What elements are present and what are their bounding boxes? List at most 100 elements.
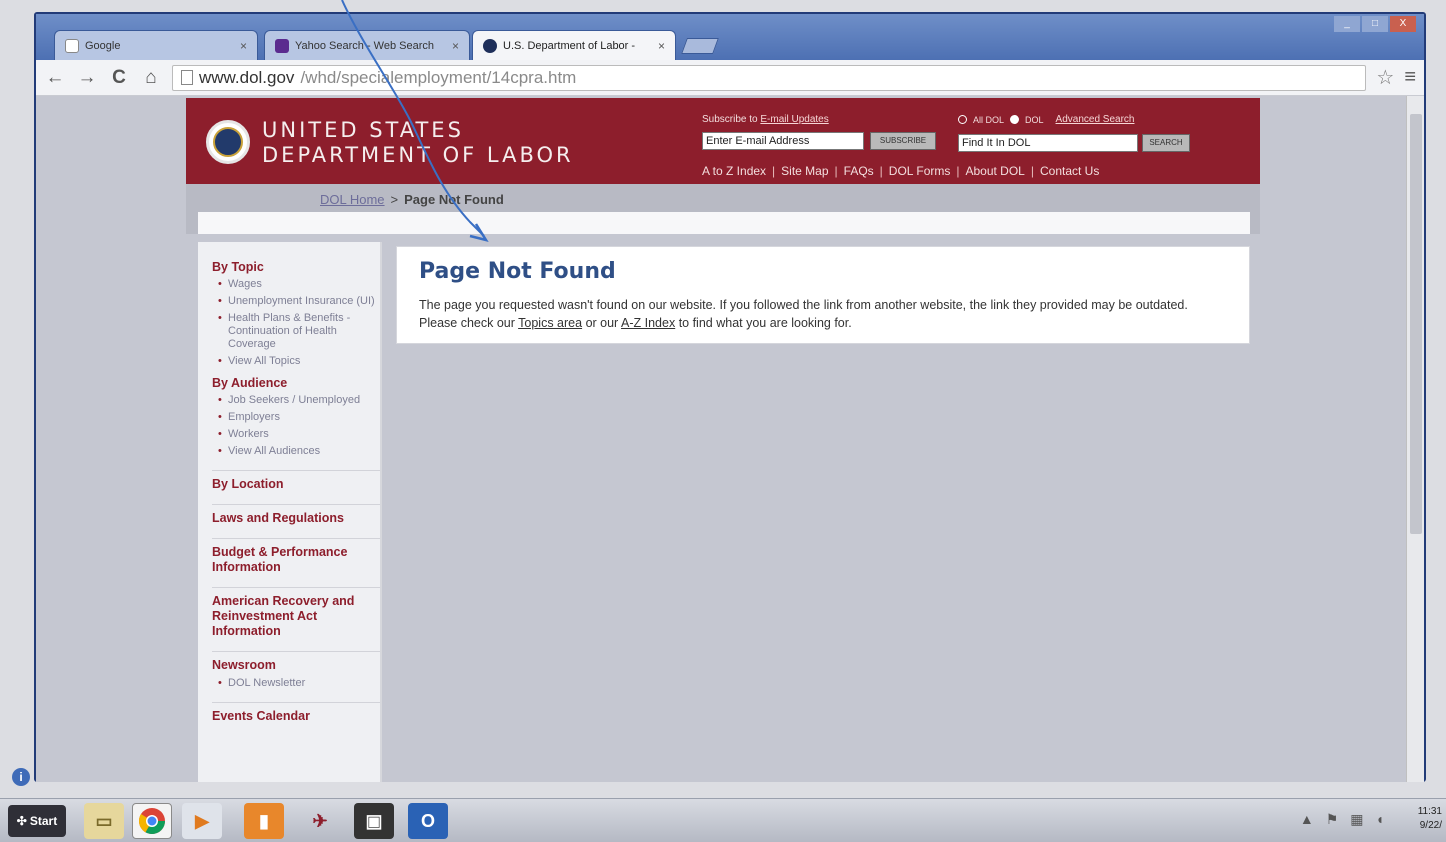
breadcrumb-home-link[interactable]: DOL Home (320, 192, 385, 207)
page-icon (181, 70, 193, 85)
email-input[interactable]: Enter E-mail Address (702, 132, 864, 150)
page-heading: Page Not Found (419, 259, 616, 284)
nav-events-calendar[interactable]: Events Calendar (212, 702, 380, 724)
info-icon[interactable]: i (12, 768, 30, 786)
tab-close-icon[interactable]: × (452, 39, 459, 53)
tray-volume-icon[interactable]: ◖ (1376, 811, 1384, 828)
message-text: to find what you are looking for. (678, 316, 852, 330)
nav-budget-performance[interactable]: Budget & Performance Information (212, 538, 380, 575)
dol-seal-icon (483, 38, 497, 53)
nav-laws-regulations[interactable]: Laws and Regulations (212, 504, 380, 526)
topics-area-link[interactable]: Topics area (518, 316, 582, 330)
subscribe-button[interactable]: SUBSCRIBE (870, 132, 936, 150)
nav-by-topic[interactable]: By Topic (212, 260, 380, 274)
nav-by-location[interactable]: By Location (212, 470, 380, 492)
breadcrumb: DOL Home > Page Not Found (320, 192, 504, 207)
nav-by-audience[interactable]: By Audience (212, 376, 380, 390)
scrollbar-thumb[interactable] (1410, 114, 1422, 534)
browser-titlebar: Google × Yahoo Search - Web Search × U.S… (36, 14, 1424, 60)
address-bar[interactable]: www.dol.gov/whd/specialemployment/14cpra… (172, 64, 1367, 91)
google-icon (65, 38, 79, 53)
windows-logo-icon: ✣ (16, 814, 27, 828)
nav-item-all-audiences[interactable]: View All Audiences (218, 445, 380, 458)
nav-faqs[interactable]: FAQs (844, 164, 874, 178)
home-icon[interactable]: ⌂ (140, 67, 162, 89)
nav-contact-us[interactable]: Contact Us (1040, 164, 1099, 178)
tablet-app-icon[interactable]: ▣ (354, 803, 394, 839)
nav-item-employers[interactable]: Employers (218, 411, 380, 424)
taskbar: ✣ Start ▭ ▶ ▮ ✈ ▣ O ▲ ⚑ ▦ ◖ 11:31 9/22/ (0, 798, 1446, 842)
nav-item-workers[interactable]: Workers (218, 428, 380, 441)
nav-about-dol[interactable]: About DOL (965, 164, 1024, 178)
menu-icon[interactable]: ≡ (1404, 66, 1416, 89)
tray-arrow-icon[interactable]: ▲ (1300, 811, 1314, 828)
tab-dol[interactable]: U.S. Department of Labor - × (472, 30, 676, 60)
tab-label: Google (85, 39, 121, 52)
outlook-icon[interactable]: O (408, 803, 448, 839)
tab-label: Yahoo Search - Web Search (295, 39, 435, 52)
subscribe-label: Subscribe to E-mail Updates (702, 114, 829, 125)
nav-site-map[interactable]: Site Map (781, 164, 828, 178)
dol-seal-logo[interactable] (206, 120, 250, 164)
advanced-search-link[interactable]: Advanced Search (1056, 114, 1135, 125)
clock-date: 9/22/ (1419, 820, 1442, 831)
vertical-scrollbar[interactable] (1406, 96, 1424, 782)
nav-newsroom[interactable]: Newsroom (212, 651, 380, 673)
browser-window: Google × Yahoo Search - Web Search × U.S… (34, 12, 1426, 782)
pinned-app-icon[interactable]: ✈ (300, 803, 340, 839)
not-found-message: The page you requested wasn't found on o… (419, 296, 1227, 332)
nav-recovery-act[interactable]: American Recovery and Reinvestment Act I… (212, 587, 380, 639)
nav-item-wages[interactable]: Wages (218, 278, 380, 291)
site-title[interactable]: UNITED STATES DEPARTMENT OF LABOR (262, 118, 574, 168)
email-updates-link[interactable]: E-mail Updates (760, 114, 828, 125)
yahoo-icon (275, 38, 289, 53)
nav-dol-forms[interactable]: DOL Forms (889, 164, 951, 178)
start-button[interactable]: ✣ Start (8, 805, 66, 837)
nav-item-newsletter[interactable]: DOL Newsletter (218, 677, 380, 690)
bookmark-star-icon[interactable]: ☆ (1376, 65, 1394, 90)
tab-google[interactable]: Google × (54, 30, 258, 60)
nav-item-unemployment[interactable]: Unemployment Insurance (UI) (218, 295, 380, 308)
radio-all-label: All DOL (973, 114, 1005, 125)
search-scope: All DOL DOL Advanced Search (958, 114, 1134, 125)
clock-time: 11:31 (1417, 806, 1442, 817)
url-path: /whd/specialemployment/14cpra.htm (300, 67, 577, 87)
tray-network-icon[interactable]: ▦ (1350, 811, 1363, 828)
minimize-button[interactable]: _ (1334, 16, 1360, 32)
close-window-button[interactable]: X (1390, 16, 1416, 32)
chrome-icon[interactable] (132, 803, 172, 839)
forward-arrow-icon[interactable]: → (76, 67, 98, 89)
radio-all-dol[interactable] (958, 115, 967, 124)
nav-item-job-seekers[interactable]: Job Seekers / Unemployed (218, 394, 380, 407)
tab-close-icon[interactable]: × (658, 39, 665, 53)
nav-a-to-z[interactable]: A to Z Index (702, 164, 766, 178)
breadcrumb-current: Page Not Found (404, 192, 504, 207)
reload-icon[interactable]: C (108, 67, 130, 89)
tray-flag-icon[interactable]: ⚑ (1326, 811, 1339, 828)
file-explorer-icon[interactable]: ▭ (84, 803, 124, 839)
system-clock[interactable]: 11:31 9/22/ (1418, 805, 1442, 833)
utility-nav: A to Z Index | Site Map | FAQs | DOL Forms |… (702, 164, 1100, 178)
content-card: Page Not Found The page you requested wa… (396, 246, 1250, 344)
page-viewport: UNITED STATES DEPARTMENT OF LABOR Subscr… (36, 96, 1406, 782)
url-host: www.dol.gov (199, 67, 295, 87)
site-search-input[interactable]: Find It In DOL (958, 134, 1138, 152)
search-button[interactable]: SEARCH (1142, 134, 1190, 152)
tab-close-icon[interactable]: × (240, 39, 247, 53)
nav-item-health-plans[interactable]: Health Plans & Benefits - Continuation o… (218, 312, 380, 351)
message-text: or our (585, 316, 619, 330)
dol-header: UNITED STATES DEPARTMENT OF LABOR Subscr… (186, 98, 1260, 184)
breadcrumb-separator: > (390, 192, 399, 207)
breadcrumb-strip (198, 212, 1250, 234)
nav-item-all-topics[interactable]: View All Topics (218, 355, 380, 368)
browser-toolbar: ← → C ⌂ www.dol.gov/whd/specialemploymen… (36, 60, 1424, 96)
a-z-index-link[interactable]: A-Z Index (621, 316, 675, 330)
start-label: Start (29, 814, 58, 828)
radio-dol[interactable] (1010, 115, 1020, 124)
maximize-button[interactable]: □ (1362, 16, 1388, 32)
tab-yahoo[interactable]: Yahoo Search - Web Search × (264, 30, 470, 60)
media-player-icon[interactable]: ▶ (182, 803, 222, 839)
new-tab-button[interactable] (681, 38, 719, 54)
office-icon[interactable]: ▮ (244, 803, 284, 839)
back-arrow-icon[interactable]: ← (44, 67, 66, 89)
